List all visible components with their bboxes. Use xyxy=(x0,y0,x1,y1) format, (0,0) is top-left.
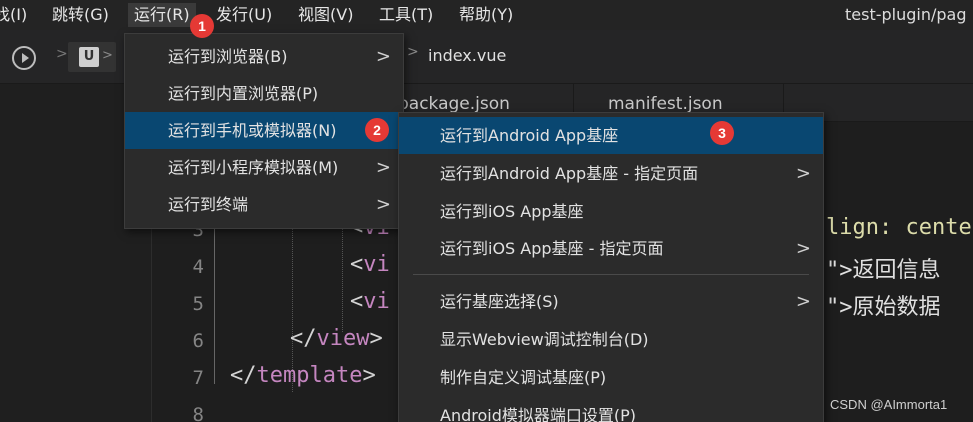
menu-item-run-ios-base[interactable]: 运行到iOS App基座 xyxy=(399,193,823,230)
device-submenu: 运行到Android App基座 运行到Android App基座 - 指定页面… xyxy=(398,112,824,422)
run-menu: 运行到浏览器(B) > 运行到内置浏览器(P) 运行到手机或模拟器(N) 运行到… xyxy=(124,33,404,229)
chevron-right-icon: > xyxy=(795,163,811,184)
menu-item-run-to-terminal[interactable]: 运行到终端 > xyxy=(125,186,403,223)
menu-help[interactable]: 帮助(Y) xyxy=(459,3,513,27)
menu-find[interactable]: 找(I) xyxy=(0,3,27,27)
chevron-right-icon: > xyxy=(795,238,811,259)
code-line-7: </template> xyxy=(230,363,376,388)
menu-item-run-to-miniprogram[interactable]: 运行到小程序模拟器(M) > xyxy=(125,149,403,186)
code-line-4: <vi xyxy=(350,252,390,277)
watermark: CSDN @AImmorta1 xyxy=(830,397,948,412)
line-number: 7 xyxy=(192,367,204,389)
code-line-5-tail: ">原始数据 xyxy=(826,295,941,320)
menu-tools[interactable]: 工具(T) xyxy=(379,3,433,27)
chevron-right-icon: > xyxy=(375,194,391,215)
chevron-right-icon: > xyxy=(375,157,391,178)
menu-bar: 找(I) 跳转(G) 运行(R) 发行(U) 视图(V) 工具(T) 帮助(Y)… xyxy=(0,0,973,30)
menu-item-custom-debug-base[interactable]: 制作自定义调试基座(P) xyxy=(399,359,823,396)
chevron-right-icon: > xyxy=(375,46,391,67)
run-play-icon[interactable] xyxy=(12,46,36,70)
menu-divider xyxy=(413,274,809,275)
step-badge-2: 2 xyxy=(365,118,389,142)
menu-run[interactable]: 运行(R) xyxy=(128,3,196,27)
code-line-4-tail: ">返回信息 xyxy=(826,258,941,283)
line-number: 8 xyxy=(192,404,204,422)
step-badge-1: 1 xyxy=(190,14,214,38)
step-badge-3: 3 xyxy=(710,121,734,145)
project-selector[interactable]: U > xyxy=(68,42,116,72)
project-u-icon: U xyxy=(79,47,99,67)
menu-goto[interactable]: 跳转(G) xyxy=(52,3,109,27)
line-number: 4 xyxy=(192,256,204,278)
code-line-6: </view> xyxy=(290,326,383,351)
menu-item-run-to-builtin-browser[interactable]: 运行到内置浏览器(P) xyxy=(125,75,403,112)
chevron-right-icon: > xyxy=(795,291,811,312)
menu-item-run-android-base[interactable]: 运行到Android App基座 xyxy=(399,117,823,154)
menu-item-run-to-device[interactable]: 运行到手机或模拟器(N) xyxy=(125,112,403,149)
menu-item-webview-console[interactable]: 显示Webview调试控制台(D) xyxy=(399,321,823,358)
breadcrumb-chevron-icon: > xyxy=(407,44,419,60)
menu-item-select-base[interactable]: 运行基座选择(S) > xyxy=(399,283,823,320)
menu-view[interactable]: 视图(V) xyxy=(298,3,353,27)
menu-publish[interactable]: 发行(U) xyxy=(216,3,272,27)
toolbar-separator-chevron: > xyxy=(56,46,68,62)
window-title: test-plugin/pag xyxy=(845,5,967,24)
breadcrumb-file[interactable]: index.vue xyxy=(428,46,506,65)
line-number: 6 xyxy=(192,330,204,352)
indent-guide xyxy=(342,212,343,332)
menu-item-run-to-browser[interactable]: 运行到浏览器(B) > xyxy=(125,38,403,75)
line-number: 5 xyxy=(192,293,204,315)
menu-item-run-ios-base-page[interactable]: 运行到iOS App基座 - 指定页面 > xyxy=(399,230,823,267)
code-line-3-tail: lign: cente xyxy=(826,215,972,240)
code-line-5: <vi xyxy=(350,289,390,314)
menu-item-run-android-base-page[interactable]: 运行到Android App基座 - 指定页面 > xyxy=(399,155,823,192)
menu-item-android-emulator-port[interactable]: Android模拟器端口设置(P) xyxy=(399,397,823,422)
chevron-right-icon: > xyxy=(102,48,113,63)
